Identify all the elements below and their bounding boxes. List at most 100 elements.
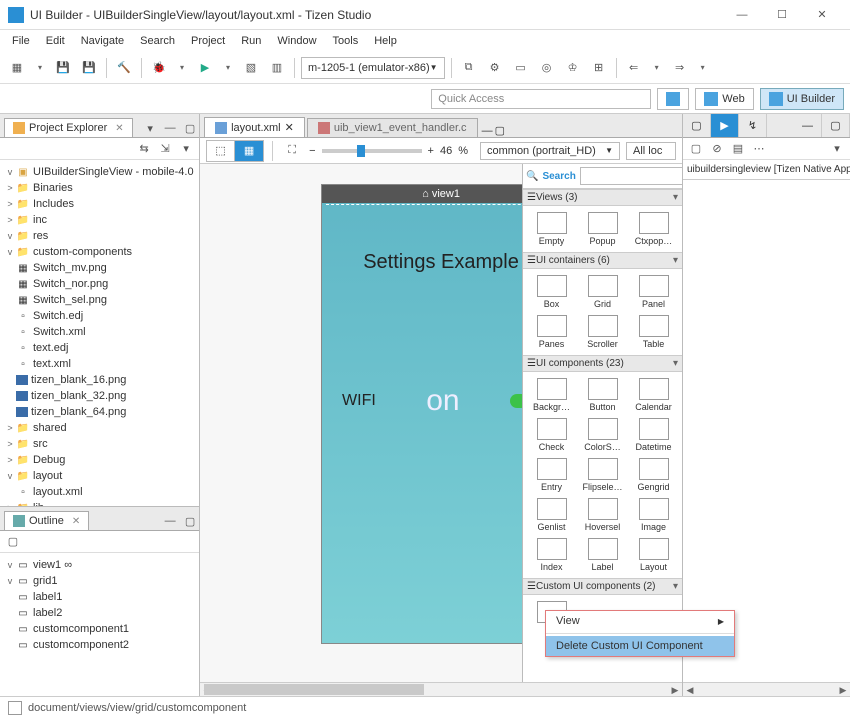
run-icon[interactable]: ▶ (194, 57, 216, 79)
new-button[interactable]: ▦ (6, 57, 28, 79)
tree-node[interactable]: v📁layout (2, 468, 197, 484)
tool-b-icon[interactable]: ⚙ (484, 57, 506, 79)
zoom-plus[interactable]: + (428, 145, 434, 157)
close-icon[interactable]: ✕ (115, 123, 123, 134)
zoom-thumb[interactable] (357, 145, 365, 157)
tool-1-icon[interactable]: ▧ (240, 57, 262, 79)
mode-source[interactable]: ▦ (235, 141, 263, 161)
collapse-icon[interactable]: ▾ (673, 192, 678, 203)
tree-root[interactable]: v▣ UIBuilderSingleView - mobile-4.0 (2, 164, 197, 180)
menu-tools[interactable]: Tools (325, 33, 367, 49)
palette-item[interactable]: Gengrid (629, 456, 678, 494)
new-dropdown[interactable]: ▾ (32, 63, 48, 72)
palette-item[interactable]: Index (527, 536, 576, 574)
scroll-left-icon[interactable]: ◀ (683, 683, 697, 697)
tree-node[interactable]: ▫Switch.xml (2, 324, 197, 340)
window-close[interactable]: ✕ (802, 1, 842, 29)
palette-item[interactable]: Box (527, 273, 576, 311)
tree-node[interactable]: >📁Debug (2, 452, 197, 468)
palette-item[interactable]: Genlist (527, 496, 576, 534)
collapse-all-icon[interactable]: ⇆ (135, 140, 153, 158)
palette-cat-custom[interactable]: ☰ Custom UI components (2)▾ (523, 578, 682, 595)
palette-item[interactable]: Datetime (629, 416, 678, 454)
palette-cat-components[interactable]: ☰ UI components (23)▾ (523, 355, 682, 372)
debug-dropdown[interactable]: ▾ (174, 63, 190, 72)
r-menu-icon[interactable]: ▾ (828, 140, 846, 158)
filter-icon[interactable]: ▾ (177, 140, 195, 158)
outline-node[interactable]: ▭label1 (2, 589, 197, 605)
tool-a-icon[interactable]: ⧉ (458, 57, 480, 79)
tree-node[interactable]: v📁custom-components (2, 244, 197, 260)
tool-e-icon[interactable]: ♔ (562, 57, 584, 79)
tree-node[interactable]: ▫Switch.edj (2, 308, 197, 324)
r-tool-1[interactable]: ▢ (687, 140, 705, 158)
menu-search[interactable]: Search (132, 33, 183, 49)
menu-window[interactable]: Window (269, 33, 324, 49)
horizontal-scrollbar[interactable]: ◀ ▶ (200, 682, 682, 696)
palette-item[interactable]: Panel (629, 273, 678, 311)
palette-item[interactable]: Grid (578, 273, 627, 311)
menu-file[interactable]: File (4, 33, 38, 49)
fit-icon[interactable]: ⛶ (281, 140, 303, 162)
tree-node[interactable]: ▦Switch_sel.png (2, 292, 197, 308)
right-tab-3[interactable]: ↯ (739, 114, 767, 137)
palette-item[interactable]: Image (629, 496, 678, 534)
scroll-right-icon[interactable]: ▶ (836, 683, 850, 697)
nav-back-icon[interactable]: ⇐ (623, 57, 645, 79)
collapse-icon[interactable]: ▾ (673, 581, 678, 592)
design-canvas[interactable]: view1 Settings Example WIFI on 🔍 Search … (200, 164, 682, 682)
palette-item[interactable]: Layout (629, 536, 678, 574)
tree-node[interactable]: ▦Switch_mv.png (2, 260, 197, 276)
run-target-combo[interactable]: m-1205-1 (emulator-x86) ▼ (301, 57, 445, 79)
palette-search-input[interactable] (580, 167, 682, 185)
palette-item[interactable]: Calendar (629, 376, 678, 414)
project-tree[interactable]: v▣ UIBuilderSingleView - mobile-4.0 >📁Bi… (0, 160, 199, 506)
r-tool-4[interactable]: ⋯ (750, 140, 768, 158)
tool-f-icon[interactable]: ⊞ (588, 57, 610, 79)
tree-node[interactable]: tizen_blank_64.png (2, 404, 197, 420)
tree-node[interactable]: >📁inc (2, 212, 197, 228)
minimize-icon[interactable]: — (794, 114, 822, 137)
close-icon[interactable]: ✕ (72, 516, 80, 527)
palette-item[interactable]: Button (578, 376, 627, 414)
right-tab-2[interactable]: ▶ (711, 114, 739, 137)
tree-node[interactable]: ▦Switch_nor.png (2, 276, 197, 292)
locale-combo[interactable]: All loc (626, 142, 676, 160)
outline-node[interactable]: ▭customcomponent1 (2, 621, 197, 637)
outline-node[interactable]: v▭grid1 (2, 573, 197, 589)
nav-fwd-icon[interactable]: ⇒ (669, 57, 691, 79)
maximize-icon[interactable]: ▢ (822, 114, 850, 137)
palette-item[interactable]: ColorS… (578, 416, 627, 454)
editor-tab-layout[interactable]: layout.xml ✕ (204, 117, 305, 137)
palette-item[interactable]: Hoversel (578, 496, 627, 534)
palette-item[interactable]: Flipsele… (578, 456, 627, 494)
outline-node[interactable]: v▭view1 ∞ (2, 557, 197, 573)
zoom-minus[interactable]: − (309, 145, 315, 157)
tree-node[interactable]: v📁res (2, 228, 197, 244)
maximize-icon[interactable]: ▢ (181, 119, 199, 137)
mode-design[interactable]: ⬚ (207, 141, 235, 161)
save-button[interactable]: 💾 (52, 57, 74, 79)
tool-d-icon[interactable]: ◎ (536, 57, 558, 79)
menu-project[interactable]: Project (183, 33, 233, 49)
right-scrollbar[interactable]: ◀ ▶ (683, 682, 850, 696)
run-dropdown[interactable]: ▾ (220, 63, 236, 72)
link-editor-icon[interactable]: ⇲ (156, 140, 174, 158)
minimize-icon[interactable]: — (161, 119, 179, 137)
outline-node[interactable]: ▭label2 (2, 605, 197, 621)
tree-node[interactable]: >📁src (2, 436, 197, 452)
menu-edit[interactable]: Edit (38, 33, 73, 49)
tree-node[interactable]: tizen_blank_16.png (2, 372, 197, 388)
debug-icon[interactable]: 🐞 (148, 57, 170, 79)
ctx-delete-custom[interactable]: Delete Custom UI Component (546, 636, 734, 656)
minimize-icon[interactable]: — (161, 512, 179, 530)
palette-cat-containers[interactable]: ☰ UI containers (6)▾ (523, 252, 682, 269)
collapse-icon[interactable]: ▾ (673, 255, 678, 266)
menu-run[interactable]: Run (233, 33, 269, 49)
open-perspective-button[interactable] (657, 88, 689, 110)
tab-outline[interactable]: Outline ✕ (4, 511, 89, 530)
r-tool-2[interactable]: ⊘ (708, 140, 726, 158)
tool-c-icon[interactable]: ▭ (510, 57, 532, 79)
status-icon[interactable] (8, 701, 22, 715)
view-menu-icon[interactable]: ▾ (141, 119, 159, 137)
